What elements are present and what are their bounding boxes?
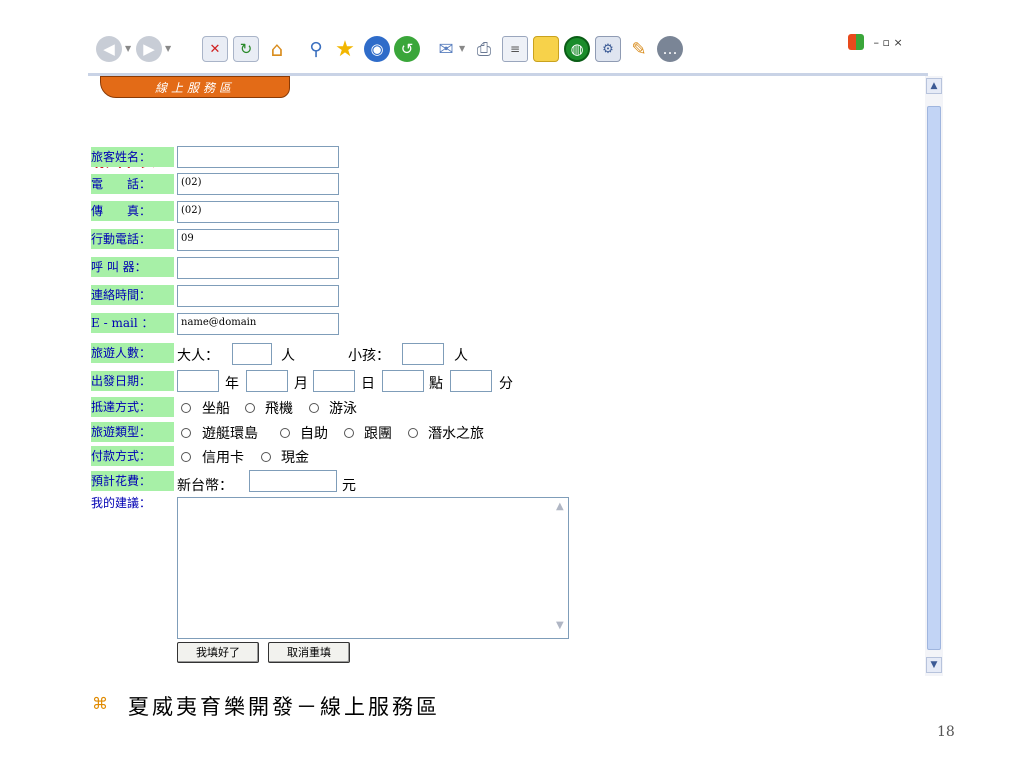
- favorites-icon[interactable]: ★: [332, 36, 358, 62]
- tour-option-self: 自助: [300, 426, 328, 442]
- arrival-label: 抵達方式：: [91, 397, 174, 417]
- payment-label: 付款方式：: [91, 446, 174, 466]
- submit-button[interactable]: 我填好了: [177, 642, 259, 663]
- tour-option-group: 跟團: [364, 426, 392, 442]
- arrival-radio-plane[interactable]: [245, 403, 255, 413]
- month-label: 月: [294, 376, 308, 392]
- contact-time-label: 連絡時間：: [91, 285, 174, 305]
- edit-icon[interactable]: ≡: [502, 36, 528, 62]
- stop-icon[interactable]: ✕: [202, 36, 228, 62]
- browser-toolbar: ◀ ▼ ▶ ▼ ✕ ↻ ⌂ ⚲ ★ ◉ ↺ ✉ ▼ ⎙ ≡ ◍ ⚙ ✎ …: [88, 28, 938, 74]
- child-unit: 人: [454, 348, 468, 364]
- tour-radio-diving[interactable]: [408, 428, 418, 438]
- minute-field[interactable]: [450, 370, 492, 392]
- name-field[interactable]: [177, 146, 339, 168]
- adult-unit: 人: [281, 348, 295, 364]
- travelers-label: 旅遊人數：: [91, 343, 174, 363]
- back-dropdown-icon[interactable]: ▼: [125, 44, 131, 53]
- tour-type-label: 旅遊類型：: [91, 422, 174, 442]
- hour-label: 點: [429, 376, 443, 392]
- window-controls[interactable]: – ▫ ×: [848, 34, 938, 54]
- mobile-field[interactable]: 09: [177, 229, 339, 251]
- day-field[interactable]: [313, 370, 355, 392]
- refresh-icon[interactable]: ↻: [233, 36, 259, 62]
- tour-radio-self[interactable]: [280, 428, 290, 438]
- minute-label: 分: [499, 376, 513, 392]
- hour-field[interactable]: [382, 370, 424, 392]
- mobile-label: 行動電話：: [91, 229, 174, 249]
- textarea-scroll-down-icon[interactable]: ▼: [556, 620, 564, 631]
- arrival-option-boat: 坐船: [202, 401, 230, 417]
- tools-icon[interactable]: ⚙: [595, 36, 621, 62]
- messenger-icon[interactable]: ◍: [564, 36, 590, 62]
- adult-label: 大人：: [177, 348, 219, 364]
- year-field[interactable]: [177, 370, 219, 392]
- pager-field[interactable]: [177, 257, 339, 279]
- print-icon[interactable]: ⎙: [471, 36, 497, 62]
- budget-field[interactable]: [249, 470, 337, 492]
- day-label: 日: [361, 376, 375, 392]
- tour-radio-yacht[interactable]: [181, 428, 191, 438]
- home-icon[interactable]: ⌂: [264, 36, 290, 62]
- pager-label: 呼 叫 器：: [91, 257, 174, 277]
- slide-caption: 夏威夷育樂開發－線上服務區: [128, 695, 440, 719]
- arrival-option-plane: 飛機: [265, 401, 293, 417]
- history-icon[interactable]: ↺: [394, 36, 420, 62]
- tab-online-service[interactable]: 線上服務區: [100, 76, 290, 98]
- month-field[interactable]: [246, 370, 288, 392]
- budget-label: 預計花費：: [91, 471, 174, 491]
- fax-label: 傳 真：: [91, 201, 174, 221]
- notes-icon[interactable]: [533, 36, 559, 62]
- child-label: 小孩：: [348, 348, 390, 364]
- budget-unit: 元: [342, 478, 356, 494]
- arrival-option-swim: 游泳: [329, 401, 357, 417]
- name-label: 旅客姓名：: [91, 147, 174, 167]
- payment-radio-cash[interactable]: [261, 452, 271, 462]
- page-number: 18: [937, 724, 955, 740]
- scroll-up-icon[interactable]: ▲: [926, 78, 942, 94]
- mail-dropdown-icon[interactable]: ▼: [459, 44, 465, 53]
- payment-option-cash: 現金: [281, 450, 309, 466]
- textarea-scroll-up-icon[interactable]: ▲: [556, 501, 564, 512]
- forward-dropdown-icon[interactable]: ▼: [165, 44, 171, 53]
- scroll-down-icon[interactable]: ▼: [926, 657, 942, 673]
- search-icon[interactable]: ⚲: [303, 36, 329, 62]
- child-count-field[interactable]: [402, 343, 444, 365]
- phone-label: 電 話：: [91, 174, 174, 194]
- arrival-radio-swim[interactable]: [309, 403, 319, 413]
- windows-logo-icon: [848, 34, 864, 50]
- media-icon[interactable]: ◉: [364, 36, 390, 62]
- tour-radio-group[interactable]: [344, 428, 354, 438]
- scrollbar-thumb[interactable]: [927, 106, 941, 650]
- research-icon[interactable]: ✎: [626, 36, 652, 62]
- budget-prefix: 新台幣：: [177, 478, 233, 494]
- reset-button[interactable]: 取消重填: [268, 642, 350, 663]
- email-label: E - mail ：: [91, 313, 174, 333]
- tour-option-diving: 潛水之旅: [428, 426, 484, 442]
- year-label: 年: [225, 376, 239, 392]
- phone-field[interactable]: (02): [177, 173, 339, 195]
- adult-count-field[interactable]: [232, 343, 272, 365]
- tour-option-yacht: 遊艇環島: [202, 426, 258, 442]
- window-control-buttons[interactable]: – ▫ ×: [874, 36, 903, 49]
- mail-icon[interactable]: ✉: [433, 36, 459, 62]
- fax-field[interactable]: (02): [177, 201, 339, 223]
- contact-time-field[interactable]: [177, 285, 339, 307]
- command-bullet-icon: ⌘: [92, 694, 108, 713]
- arrival-radio-boat[interactable]: [181, 403, 191, 413]
- discuss-icon[interactable]: …: [657, 36, 683, 62]
- suggestion-label: 我的建議：: [91, 496, 152, 510]
- payment-option-credit: 信用卡: [202, 450, 244, 466]
- suggestion-textarea[interactable]: [177, 497, 569, 639]
- payment-radio-credit[interactable]: [181, 452, 191, 462]
- forward-icon[interactable]: ▶: [136, 36, 162, 62]
- back-icon[interactable]: ◀: [96, 36, 122, 62]
- departure-label: 出發日期：: [91, 371, 174, 391]
- email-field[interactable]: name@domain: [177, 313, 339, 335]
